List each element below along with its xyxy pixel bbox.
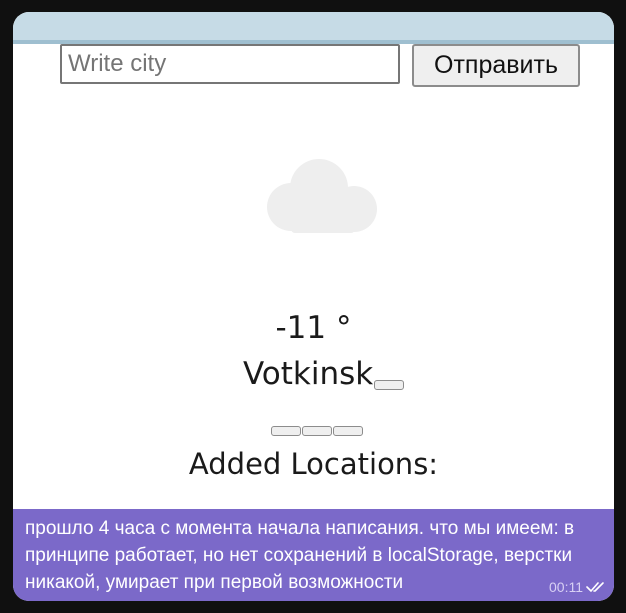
app-top-bar xyxy=(13,12,614,44)
city-name: Votkinsk xyxy=(243,356,374,392)
message-caption: прошло 4 часа с момента начала написания… xyxy=(13,509,614,601)
city-input[interactable] xyxy=(60,44,400,84)
added-locations-title: Added Locations: xyxy=(188,447,439,481)
submit-button[interactable]: Отправить xyxy=(412,44,580,87)
temperature: -11 ° xyxy=(275,310,352,346)
message-meta: 00:11 xyxy=(549,579,606,595)
location-button[interactable] xyxy=(271,426,301,436)
city-row: Votkinsk xyxy=(243,352,405,392)
message-text: прошло 4 часа с момента начала написания… xyxy=(25,518,575,593)
location-buttons xyxy=(271,426,363,436)
cloud-icon xyxy=(267,159,377,233)
message-time: 00:11 xyxy=(549,579,583,595)
location-button[interactable] xyxy=(333,426,363,436)
location-button[interactable] xyxy=(302,426,332,436)
double-check-icon xyxy=(586,582,604,592)
message-bubble: Отправить -11 ° Votkinsk Added Locations… xyxy=(13,12,614,601)
add-location-button[interactable] xyxy=(374,380,405,390)
